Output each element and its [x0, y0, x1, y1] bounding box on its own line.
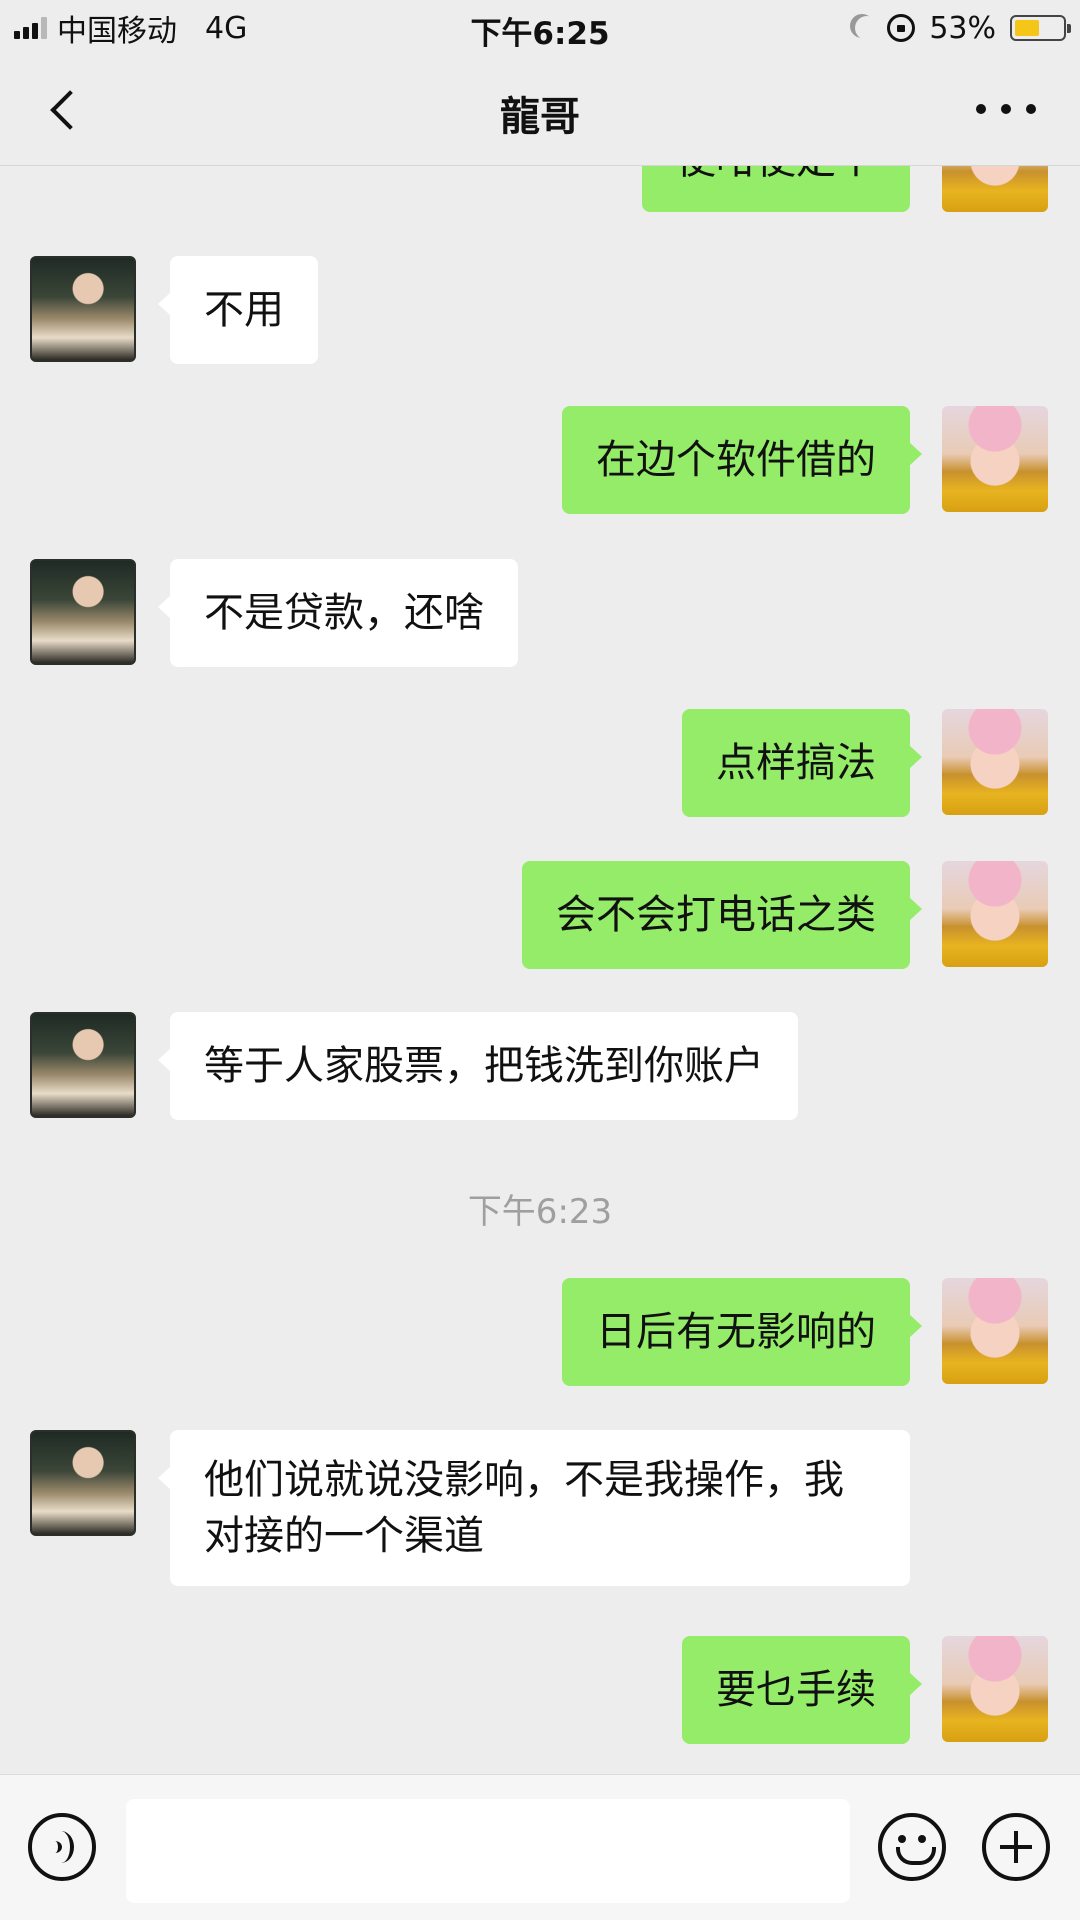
message-row: 他们说就说没影响，不是我操作，我对接的一个渠道 [0, 1430, 1080, 1592]
battery-percent: 53% [929, 10, 996, 46]
voice-icon[interactable] [28, 1813, 96, 1881]
message-bubble-incoming[interactable]: 等于人家股票，把钱洗到你账户 [158, 1012, 798, 1120]
my-avatar[interactable] [942, 166, 1048, 212]
message-row: 点样搞法 [0, 709, 1080, 817]
my-avatar[interactable] [942, 861, 1048, 967]
status-bar: 中国移动 4G 下午6:25 53% [0, 0, 1080, 54]
message-row: 在边个软件借的 [0, 406, 1080, 514]
message-bubble-outgoing[interactable]: 在边个软件借的 [562, 406, 922, 514]
chat-header: 龍哥 [0, 54, 1080, 166]
chat-title: 龍哥 [500, 94, 580, 140]
contact-avatar[interactable] [30, 256, 136, 362]
emoji-icon[interactable] [878, 1813, 946, 1881]
message-bubble-outgoing[interactable]: 点样搞法 [682, 709, 922, 817]
message-row: 等于人家股票，把钱洗到你账户 [0, 1012, 1080, 1120]
message-bubble-outgoing[interactable]: 使咁使定个 [642, 166, 910, 212]
message-bubble-incoming[interactable]: 不用 [158, 256, 318, 364]
message-input[interactable] [126, 1799, 850, 1903]
battery-level [1015, 20, 1040, 36]
message-timestamp: 下午6:23 [467, 1192, 613, 1232]
status-right: 53% [849, 8, 1071, 48]
my-avatar[interactable] [942, 1636, 1048, 1742]
contact-avatar[interactable] [30, 1430, 136, 1536]
rotation-lock-icon [887, 14, 916, 42]
input-bar [0, 1774, 1080, 1920]
message-row: 使咁使定个 [0, 166, 1080, 212]
message-row: 要乜手续 [0, 1636, 1080, 1744]
message-list[interactable]: 使咁使定个 不用 在边个软件借的 不是贷款，还啥 点样搞法 会不会打电话之类 [0, 166, 1080, 1774]
more-dots-icon[interactable] [976, 94, 1036, 124]
message-bubble-incoming[interactable]: 不是贷款，还啥 [158, 559, 518, 667]
battery-icon [1010, 15, 1071, 41]
message-bubble-outgoing[interactable]: 要乜手续 [682, 1636, 922, 1744]
message-row: 不用 [0, 256, 1080, 364]
message-bubble-outgoing[interactable]: 会不会打电话之类 [522, 861, 922, 969]
message-row: 日后有无影响的 [0, 1278, 1080, 1386]
my-avatar[interactable] [942, 1278, 1048, 1384]
do-not-disturb-icon [855, 16, 879, 40]
message-bubble-outgoing[interactable]: 日后有无影响的 [562, 1278, 922, 1386]
message-row: 不是贷款，还啥 [0, 559, 1080, 667]
contact-avatar[interactable] [30, 559, 136, 665]
contact-avatar[interactable] [30, 1012, 136, 1118]
message-row: 会不会打电话之类 [0, 861, 1080, 969]
plus-icon[interactable] [982, 1813, 1050, 1881]
my-avatar[interactable] [942, 709, 1048, 815]
my-avatar[interactable] [942, 406, 1048, 512]
message-bubble-incoming[interactable]: 他们说就说没影响，不是我操作，我对接的一个渠道 [158, 1430, 910, 1586]
chat-screen: 中国移动 4G 下午6:25 53% 龍哥 使咁使定个 不用 [0, 0, 1080, 1920]
